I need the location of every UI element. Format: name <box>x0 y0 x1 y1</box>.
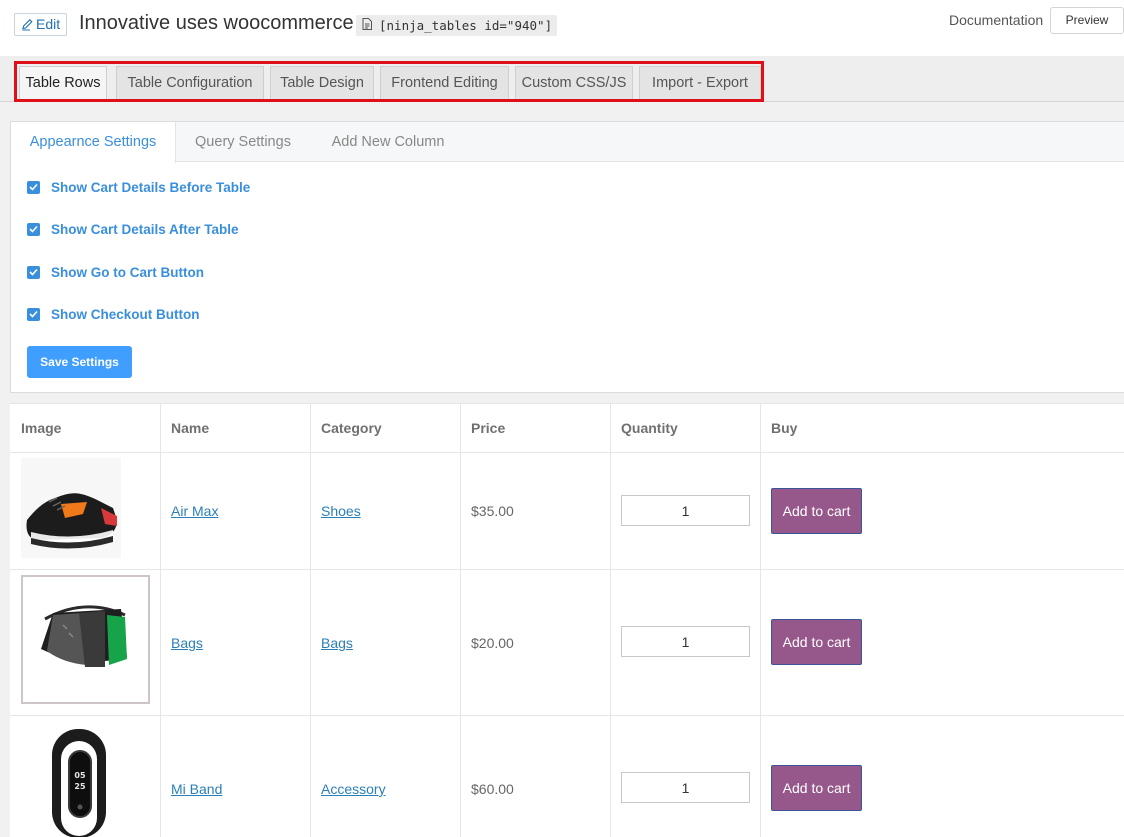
product-category-link[interactable]: Accessory <box>321 781 386 797</box>
column-divider <box>610 404 611 837</box>
page-title: Innovative uses woocommerce <box>79 12 354 34</box>
checkbox-checked-icon[interactable] <box>27 265 40 279</box>
quantity-input[interactable] <box>621 626 750 657</box>
sneaker-image <box>21 458 121 558</box>
product-price: $35.00 <box>471 503 514 519</box>
quantity-input[interactable] <box>621 772 750 803</box>
checkbox-checked-icon[interactable] <box>27 180 40 194</box>
shortcode-badge[interactable]: [ninja_tables id="940"] <box>356 15 558 36</box>
product-price: $60.00 <box>471 781 514 797</box>
settings-subtabs: Appearnce Settings Query Settings Add Ne… <box>11 122 1124 163</box>
option-label: Show Cart Details After Table <box>51 221 239 237</box>
band-display-hours: 05 <box>74 771 86 780</box>
band-image: 05 25 <box>21 721 150 837</box>
save-settings-button[interactable]: Save Settings <box>27 346 132 378</box>
document-icon <box>362 15 372 36</box>
bag-image <box>21 575 150 704</box>
column-header-price[interactable]: Price <box>471 420 505 436</box>
checkbox-checked-icon[interactable] <box>27 222 40 236</box>
products-table: Image Name Category Price Quantity Buy A… <box>10 403 1124 837</box>
product-name-link[interactable]: Mi Band <box>171 781 222 797</box>
page-header: Edit Innovative uses woocommerce [ninja_… <box>0 0 1124 56</box>
column-divider <box>310 404 311 837</box>
add-to-cart-button[interactable]: Add to cart <box>771 619 862 665</box>
product-category-link[interactable]: Bags <box>321 635 353 651</box>
checkbox-checked-icon[interactable] <box>27 307 40 321</box>
row-divider <box>10 452 1124 453</box>
column-divider <box>760 404 761 837</box>
documentation-link[interactable]: Documentation <box>949 12 1043 28</box>
row-divider <box>10 715 1124 716</box>
add-to-cart-button[interactable]: Add to cart <box>771 488 862 534</box>
subtab-add-new-column[interactable]: Add New Column <box>322 122 454 162</box>
column-header-buy[interactable]: Buy <box>771 420 797 436</box>
column-header-name[interactable]: Name <box>171 420 209 436</box>
tabs-highlight-box <box>14 61 764 102</box>
option-label: Show Cart Details Before Table <box>51 179 251 195</box>
option-go-to-cart[interactable]: Show Go to Cart Button <box>27 263 204 281</box>
preview-button[interactable]: Preview <box>1050 7 1124 34</box>
subtab-query-settings[interactable]: Query Settings <box>186 122 300 162</box>
product-price: $20.00 <box>471 635 514 651</box>
column-header-category[interactable]: Category <box>321 420 382 436</box>
option-cart-details-before[interactable]: Show Cart Details Before Table <box>27 178 250 196</box>
pencil-icon <box>21 18 33 31</box>
edit-title-button[interactable]: Edit <box>14 13 68 36</box>
column-divider <box>160 404 161 837</box>
appearance-settings-panel: Appearnce Settings Query Settings Add Ne… <box>10 121 1124 393</box>
option-label: Show Go to Cart Button <box>51 264 204 280</box>
subtab-appearance-settings[interactable]: Appearnce Settings <box>11 122 176 163</box>
option-label: Show Checkout Button <box>51 306 200 322</box>
product-category-link[interactable]: Shoes <box>321 503 361 519</box>
edit-button-label: Edit <box>36 16 61 32</box>
shortcode-text: [ninja_tables id="940"] <box>379 18 553 33</box>
column-header-image[interactable]: Image <box>21 420 61 436</box>
product-name-link[interactable]: Bags <box>171 635 203 651</box>
row-divider <box>10 569 1124 570</box>
add-to-cart-button[interactable]: Add to cart <box>771 765 862 811</box>
column-divider <box>460 404 461 837</box>
option-cart-details-after[interactable]: Show Cart Details After Table <box>27 220 239 238</box>
quantity-input[interactable] <box>621 495 750 526</box>
column-header-quantity[interactable]: Quantity <box>621 420 678 436</box>
product-name-link[interactable]: Air Max <box>171 503 218 519</box>
option-checkout-button[interactable]: Show Checkout Button <box>27 305 200 323</box>
band-display-minutes: 25 <box>74 782 86 791</box>
